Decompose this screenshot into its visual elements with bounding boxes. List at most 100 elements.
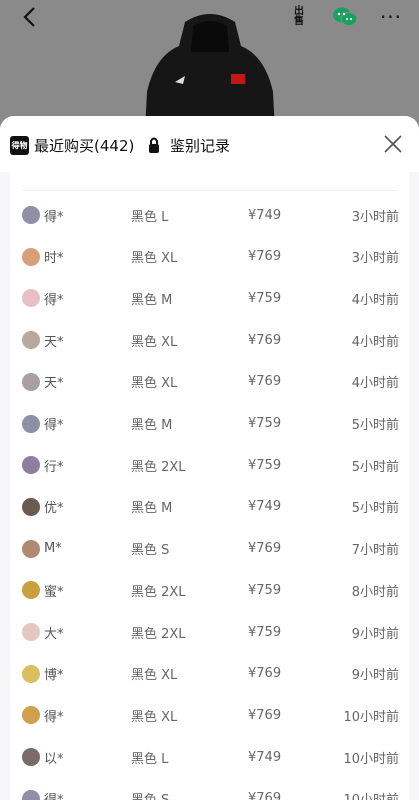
- buyer-name: 天*: [44, 334, 64, 350]
- buyer-name: 大*: [44, 626, 64, 642]
- buyer-name: 以*: [44, 751, 64, 767]
- purchase-time: 5小时前: [351, 418, 399, 433]
- buyer-name: 优*: [44, 501, 64, 517]
- item-spec: 黑色 XL: [131, 334, 178, 350]
- buyer-name: 蜜*: [44, 584, 64, 600]
- purchase-time: 9小时前: [351, 626, 399, 642]
- brand-logo-icon: 得物: [10, 135, 29, 155]
- buyer-name: 博*: [44, 668, 64, 684]
- buyer-name: 得*: [44, 709, 64, 725]
- avatar: [22, 581, 40, 600]
- avatar: [22, 456, 40, 475]
- purchase-list: 得* 黑色 L ¥749 3小时前 时* 黑色 XL ¥769 3小时前 得* 黑色 M ¥759 4…: [10, 172, 409, 800]
- item-price: ¥769: [248, 374, 282, 390]
- item-price: ¥759: [248, 582, 282, 598]
- item-price: ¥769: [248, 666, 282, 682]
- lock-icon: [146, 136, 162, 155]
- item-spec: 黑色 L: [131, 751, 169, 767]
- close-button[interactable]: [383, 134, 403, 154]
- table-row: 博* 黑色 XL ¥769 9小时前: [10, 653, 409, 695]
- recent-purchases-sheet: 得物 最近购买(442) 鉴别记录 得* 黑色 L ¥749 3小时前 时* 黑色 XL ¥…: [0, 116, 419, 800]
- tab-recent-purchases-label: 最近购买(442): [34, 136, 135, 155]
- sell-button[interactable]: 出 售: [286, 4, 312, 30]
- purchase-time: 9小时前: [351, 668, 399, 684]
- purchase-time: 3小时前: [351, 251, 399, 267]
- item-spec: 黑色 XL: [131, 376, 178, 392]
- avatar: [22, 206, 40, 224]
- avatar: [22, 789, 40, 800]
- item-price: ¥759: [248, 416, 282, 431]
- avatar: [22, 289, 40, 308]
- item-price: ¥769: [248, 332, 282, 348]
- more-button[interactable]: ···: [378, 4, 404, 30]
- item-price: ¥759: [248, 290, 282, 306]
- sheet-header: 得物 最近购买(442) 鉴别记录: [0, 116, 419, 172]
- avatar: [22, 331, 40, 350]
- item-spec: 黑色 M: [131, 501, 173, 517]
- avatar: [22, 497, 40, 516]
- item-price: ¥769: [248, 541, 282, 557]
- item-price: ¥749: [248, 499, 282, 515]
- purchase-time: 5小时前: [351, 501, 399, 517]
- purchase-time: 4小时前: [351, 334, 399, 350]
- table-row: M* 黑色 S ¥769 7小时前: [10, 528, 409, 570]
- buyer-name: 得*: [44, 789, 64, 800]
- purchase-time: 7小时前: [351, 543, 399, 559]
- close-icon: [384, 135, 402, 153]
- item-spec: 黑色 M: [131, 418, 173, 433]
- wechat-icon: [333, 7, 358, 26]
- chevron-left-icon: [23, 7, 35, 27]
- table-row: 得* 黑色 S ¥769 10小时前: [10, 778, 409, 800]
- purchase-time: 8小时前: [351, 584, 399, 600]
- avatar: [22, 623, 40, 641]
- table-row: 得* 黑色 L ¥749 3小时前: [10, 194, 409, 236]
- item-price: ¥769: [248, 249, 282, 265]
- table-row: 得* 黑色 M ¥759 5小时前: [10, 403, 409, 445]
- list-divider: [22, 190, 397, 191]
- item-spec: 黑色 2XL: [131, 584, 186, 600]
- item-price: ¥769: [248, 707, 282, 723]
- more-dots-icon: ···: [379, 5, 403, 29]
- purchase-time: 5小时前: [351, 459, 399, 475]
- tab-authentication-records-label: 鉴别记录: [170, 136, 231, 155]
- purchase-time: 10小时前: [343, 789, 399, 800]
- top-navigation-bar: 出 售 ···: [0, 0, 419, 34]
- item-price: ¥769: [248, 791, 282, 800]
- item-spec: 黑色 2XL: [131, 626, 186, 642]
- purchase-time: 4小时前: [351, 376, 399, 392]
- tab-recent-purchases[interactable]: 得物 最近购买(442): [10, 134, 134, 156]
- purchase-time: 10小时前: [343, 751, 399, 767]
- item-spec: 黑色 XL: [131, 251, 178, 267]
- item-spec: 黑色 M: [131, 292, 173, 308]
- buyer-name: 得*: [44, 292, 64, 308]
- tab-authentication-records[interactable]: 鉴别记录: [146, 134, 230, 156]
- buyer-name: M*: [44, 541, 62, 557]
- wechat-share-button[interactable]: [332, 4, 358, 30]
- purchase-time: 4小时前: [351, 292, 399, 308]
- item-price: ¥749: [248, 749, 282, 765]
- avatar: [22, 706, 40, 725]
- table-row: 行* 黑色 2XL ¥759 5小时前: [10, 444, 409, 486]
- item-spec: 黑色 S: [131, 543, 170, 559]
- buyer-name: 得*: [44, 209, 64, 225]
- buyer-name: 行*: [44, 459, 64, 475]
- item-spec: 黑色 XL: [131, 709, 178, 725]
- buyer-name: 天*: [44, 376, 64, 392]
- avatar: [22, 539, 40, 558]
- avatar: [22, 372, 40, 391]
- avatar: [22, 247, 40, 266]
- avatar: [22, 414, 40, 433]
- purchase-time: 3小时前: [351, 209, 399, 225]
- avatar: [22, 664, 40, 683]
- table-row: 天* 黑色 XL ¥769 4小时前: [10, 319, 409, 361]
- item-price: ¥759: [248, 624, 282, 640]
- table-row: 优* 黑色 M ¥749 5小时前: [10, 486, 409, 528]
- table-row: 得* 黑色 M ¥759 4小时前: [10, 277, 409, 319]
- back-button[interactable]: [16, 4, 42, 30]
- sell-label-bottom: 售: [294, 16, 304, 27]
- purchase-time: 10小时前: [343, 709, 399, 725]
- item-spec: 黑色 S: [131, 789, 169, 800]
- table-row: 天* 黑色 XL ¥769 4小时前: [10, 361, 409, 403]
- table-row: 大* 黑色 2XL ¥759 9小时前: [10, 611, 409, 653]
- item-price: ¥749: [248, 207, 282, 223]
